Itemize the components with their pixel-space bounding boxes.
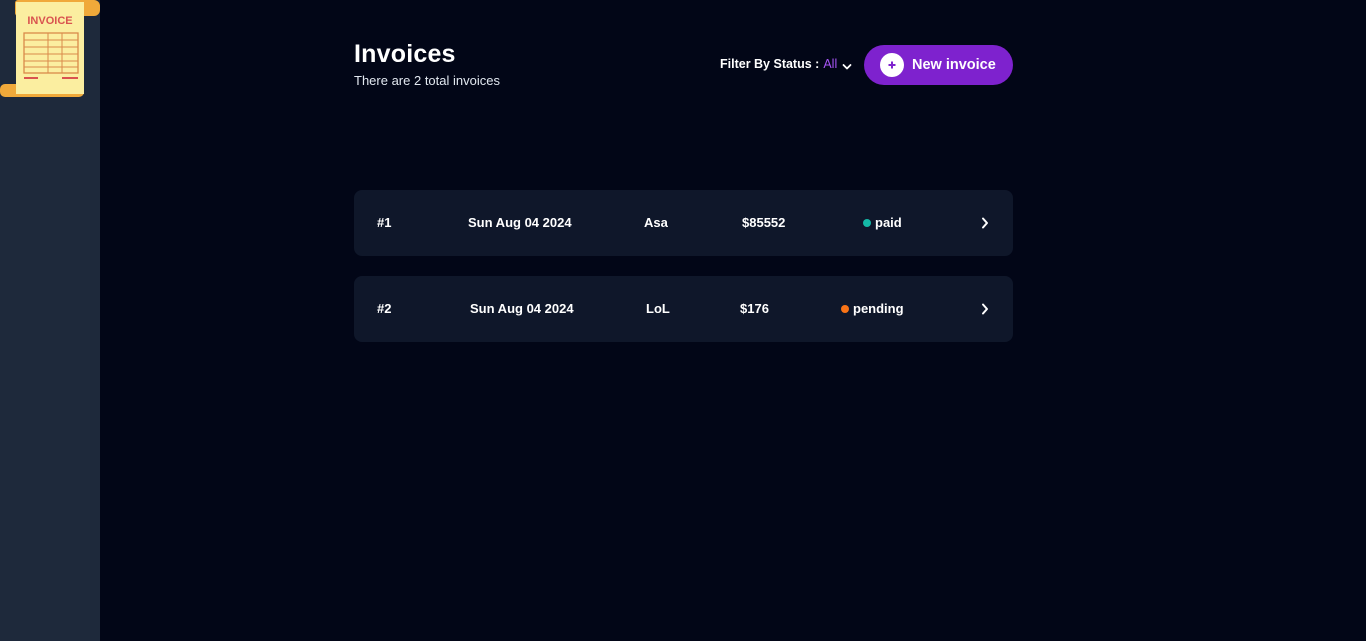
chevron-right-icon[interactable] <box>981 217 989 229</box>
invoice-client-name: LoL <box>646 301 670 316</box>
status-label: paid <box>875 215 902 230</box>
page-header: Invoices There are 2 total invoices Filt… <box>354 0 1013 130</box>
invoice-count-subtitle: There are 2 total invoices <box>354 73 500 88</box>
invoice-date: Sun Aug 04 2024 <box>470 301 574 316</box>
invoice-row[interactable]: #2 Sun Aug 04 2024 LoL $176 pending <box>354 276 1013 342</box>
invoice-client-name: Asa <box>644 215 668 230</box>
invoice-amount: $176 <box>740 301 769 316</box>
svg-text:INVOICE: INVOICE <box>27 15 72 27</box>
plus-icon <box>880 53 904 77</box>
page-title: Invoices <box>354 40 456 68</box>
filter-label: Filter By Status : <box>720 57 820 71</box>
filter-value: All <box>823 57 838 71</box>
invoice-list: #1 Sun Aug 04 2024 Asa $85552 paid #2 Su… <box>354 190 1013 362</box>
status-badge: paid <box>863 215 902 230</box>
status-dot-icon <box>863 218 871 227</box>
invoice-id: #2 <box>377 301 392 316</box>
sidebar: INVOICE <box>0 0 100 641</box>
new-invoice-label: New invoice <box>912 57 996 73</box>
status-label: pending <box>853 301 904 316</box>
invoice-logo-icon[interactable]: INVOICE <box>0 0 100 98</box>
invoice-row[interactable]: #1 Sun Aug 04 2024 Asa $85552 paid <box>354 190 1013 256</box>
status-badge: pending <box>841 301 904 316</box>
main-content: Invoices There are 2 total invoices Filt… <box>354 0 1013 641</box>
chevron-right-icon[interactable] <box>981 303 989 315</box>
status-filter-dropdown[interactable]: Filter By Status : All <box>720 57 852 71</box>
status-dot-icon <box>841 304 849 313</box>
invoice-date: Sun Aug 04 2024 <box>468 215 572 230</box>
new-invoice-button[interactable]: New invoice <box>864 45 1013 85</box>
chevron-down-icon <box>842 60 852 70</box>
invoice-amount: $85552 <box>742 215 786 230</box>
invoice-id: #1 <box>377 215 392 230</box>
